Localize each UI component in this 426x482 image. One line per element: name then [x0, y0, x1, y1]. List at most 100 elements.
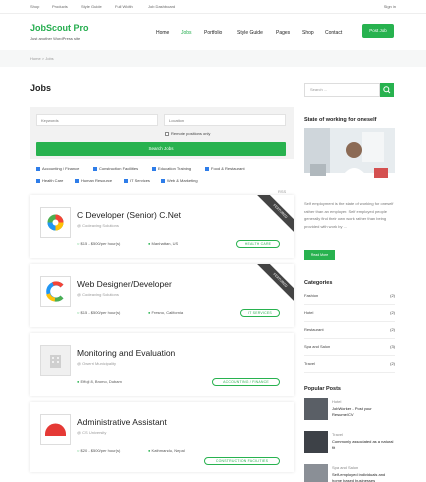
nav-style-guide[interactable]: Style Guide	[237, 30, 263, 36]
sidebar-category-spa-and-salon[interactable]: Spa and Salon (3)	[304, 339, 395, 356]
remote-label: Remote positions only	[171, 131, 211, 136]
featured-ribbon: FEATURED	[255, 195, 294, 236]
post-title[interactable]: Commonly associated as a natural fit	[332, 439, 394, 451]
checkbox-icon	[93, 166, 97, 171]
nav-jobs[interactable]: Jobs	[181, 30, 192, 36]
top-link-full-width[interactable]: Full Width	[115, 4, 133, 9]
salary: ○ $20 - $500/per hour(s)	[77, 448, 121, 453]
top-link-job-dashboard[interactable]: Job Dashboard	[148, 4, 175, 9]
company-logo	[40, 276, 71, 307]
top-link-products[interactable]: Products	[52, 4, 68, 9]
money-icon: ○	[77, 448, 80, 453]
pinwheel-logo-icon	[47, 214, 64, 231]
sidebar-category-fashion[interactable]: Fashion (2)	[304, 288, 395, 305]
post-thumbnail[interactable]	[304, 464, 328, 482]
job-title[interactable]: Administrative Assistant	[77, 417, 167, 427]
category-label: Web & Marketing	[167, 178, 198, 183]
post-category[interactable]: Travel	[332, 432, 343, 437]
site-logo[interactable]: JobScout Pro	[30, 23, 89, 33]
rss-link[interactable]: RSS	[278, 189, 286, 194]
company-name: @ Owerri Municipality	[77, 361, 116, 366]
nav-pages[interactable]: Pages	[276, 30, 290, 36]
category-checkbox[interactable]: IT Services	[124, 178, 150, 183]
site-tagline: Just another WordPress site	[30, 36, 81, 41]
category-badge[interactable]: IT SERVICES	[240, 309, 280, 317]
salary: ○ $15 - $500/per hour(s)	[77, 310, 121, 315]
category-label: Accounting / Finance	[42, 166, 80, 171]
sidebar-search-input[interactable]: Search ...	[304, 83, 380, 97]
read-more-button[interactable]: Read More	[304, 250, 335, 260]
job-card[interactable]: FEATURED C Developer (Senior) C.Net @ Co…	[30, 195, 294, 258]
categories-heading: Categories	[304, 280, 333, 286]
keywords-input[interactable]: Keywords	[36, 114, 158, 126]
job-card[interactable]: Administrative Assistant @ CS University…	[30, 402, 294, 472]
nav-contact[interactable]: Contact	[325, 30, 342, 36]
checkbox-icon	[36, 178, 40, 183]
category-badge[interactable]: CONSTRUCTION FACILITIES	[204, 457, 280, 465]
nav-portfolio[interactable]: Portfolio	[204, 30, 222, 36]
post-category[interactable]: Spa and Salon	[332, 465, 358, 470]
search-icon	[383, 86, 391, 94]
post-thumbnail[interactable]	[304, 398, 328, 420]
category-checkbox[interactable]: Education Training	[152, 166, 191, 171]
page-title: Jobs	[30, 83, 52, 93]
featured-post-image[interactable]	[304, 128, 395, 191]
location-pin-icon: ●	[148, 448, 151, 453]
job-location: ● Kathmandu, Nepal	[148, 448, 185, 453]
sidebar-category-hotel[interactable]: Hotel (2)	[304, 305, 395, 322]
featured-ribbon: FEATURED	[255, 264, 294, 305]
company-logo	[40, 207, 71, 238]
money-icon: ○	[77, 241, 80, 246]
checkbox-icon	[75, 178, 79, 183]
category-label: Food & Restaurant	[211, 166, 245, 171]
post-category[interactable]: Hotel	[332, 399, 341, 404]
featured-post-excerpt: Self employment is the state of working …	[304, 201, 394, 229]
location-pin-icon: ●	[77, 379, 80, 384]
category-checkbox[interactable]: Human Resource	[75, 178, 112, 183]
post-title[interactable]: JobWorker - Post your Resume/CV	[332, 406, 394, 418]
category-checkbox[interactable]: Health Care	[36, 178, 63, 183]
sidebar-category-restaurant[interactable]: Restaurant (2)	[304, 322, 395, 339]
post-title[interactable]: Self-employed individuals and home based…	[332, 472, 394, 482]
nav-shop[interactable]: Shop	[302, 30, 314, 36]
job-location: ● Effoji 8, Bromo, Dubam	[77, 379, 122, 384]
job-title[interactable]: Web Designer/Developer	[77, 279, 172, 289]
checkbox-icon	[152, 166, 156, 171]
category-badge[interactable]: ACCOUNTING / FINANCE	[212, 378, 280, 386]
checkbox-icon	[161, 178, 165, 183]
category-checkbox[interactable]: Food & Restaurant	[205, 166, 245, 171]
remote-checkbox[interactable]: Remote positions only	[165, 131, 210, 136]
salary: ○ $15 - $500/per hour(s)	[77, 241, 121, 246]
nav-home[interactable]: Home	[156, 30, 169, 36]
breadcrumb-bar	[0, 50, 426, 67]
category-badge[interactable]: HEALTH CARE	[236, 240, 280, 248]
category-label: Human Resource	[81, 178, 113, 183]
job-location: ● Fresno, California	[148, 310, 184, 315]
category-checkbox[interactable]: Accounting / Finance	[36, 166, 79, 171]
company-name: @ Codeaving Solutions	[77, 223, 119, 228]
category-checkbox[interactable]: Web & Marketing	[161, 178, 198, 183]
job-card[interactable]: FEATURED Web Designer/Developer @ Codeav…	[30, 264, 294, 327]
location-pin-icon: ●	[148, 241, 151, 246]
post-job-button[interactable]: Post Job	[362, 24, 394, 38]
category-label: Health Care	[42, 178, 64, 183]
checkbox-icon	[124, 178, 128, 183]
post-thumbnail[interactable]	[304, 431, 328, 453]
building-placeholder-icon	[50, 355, 61, 368]
featured-post-heading[interactable]: State of working for oneself	[304, 117, 376, 123]
job-card[interactable]: Monitoring and Evaluation @ Owerri Munic…	[30, 333, 294, 396]
search-jobs-button[interactable]: Search Jobs	[36, 142, 286, 156]
job-title[interactable]: C Developer (Senior) C.Net	[77, 210, 181, 220]
c-logo-icon	[46, 281, 64, 302]
checkbox-icon	[165, 131, 169, 136]
job-title[interactable]: Monitoring and Evaluation	[77, 348, 175, 358]
location-input[interactable]: Location	[164, 114, 286, 126]
top-link-style-guide[interactable]: Style Guide	[81, 4, 102, 9]
company-logo	[40, 414, 71, 445]
sidebar-search-button[interactable]	[380, 83, 394, 97]
top-link-shop[interactable]: Shop	[30, 4, 39, 9]
sidebar-category-travel[interactable]: Travel (2)	[304, 356, 395, 373]
category-checkbox[interactable]: Construction Facilities	[93, 166, 138, 171]
sign-in-link[interactable]: Sign in	[384, 4, 396, 9]
money-icon: ○	[77, 310, 80, 315]
